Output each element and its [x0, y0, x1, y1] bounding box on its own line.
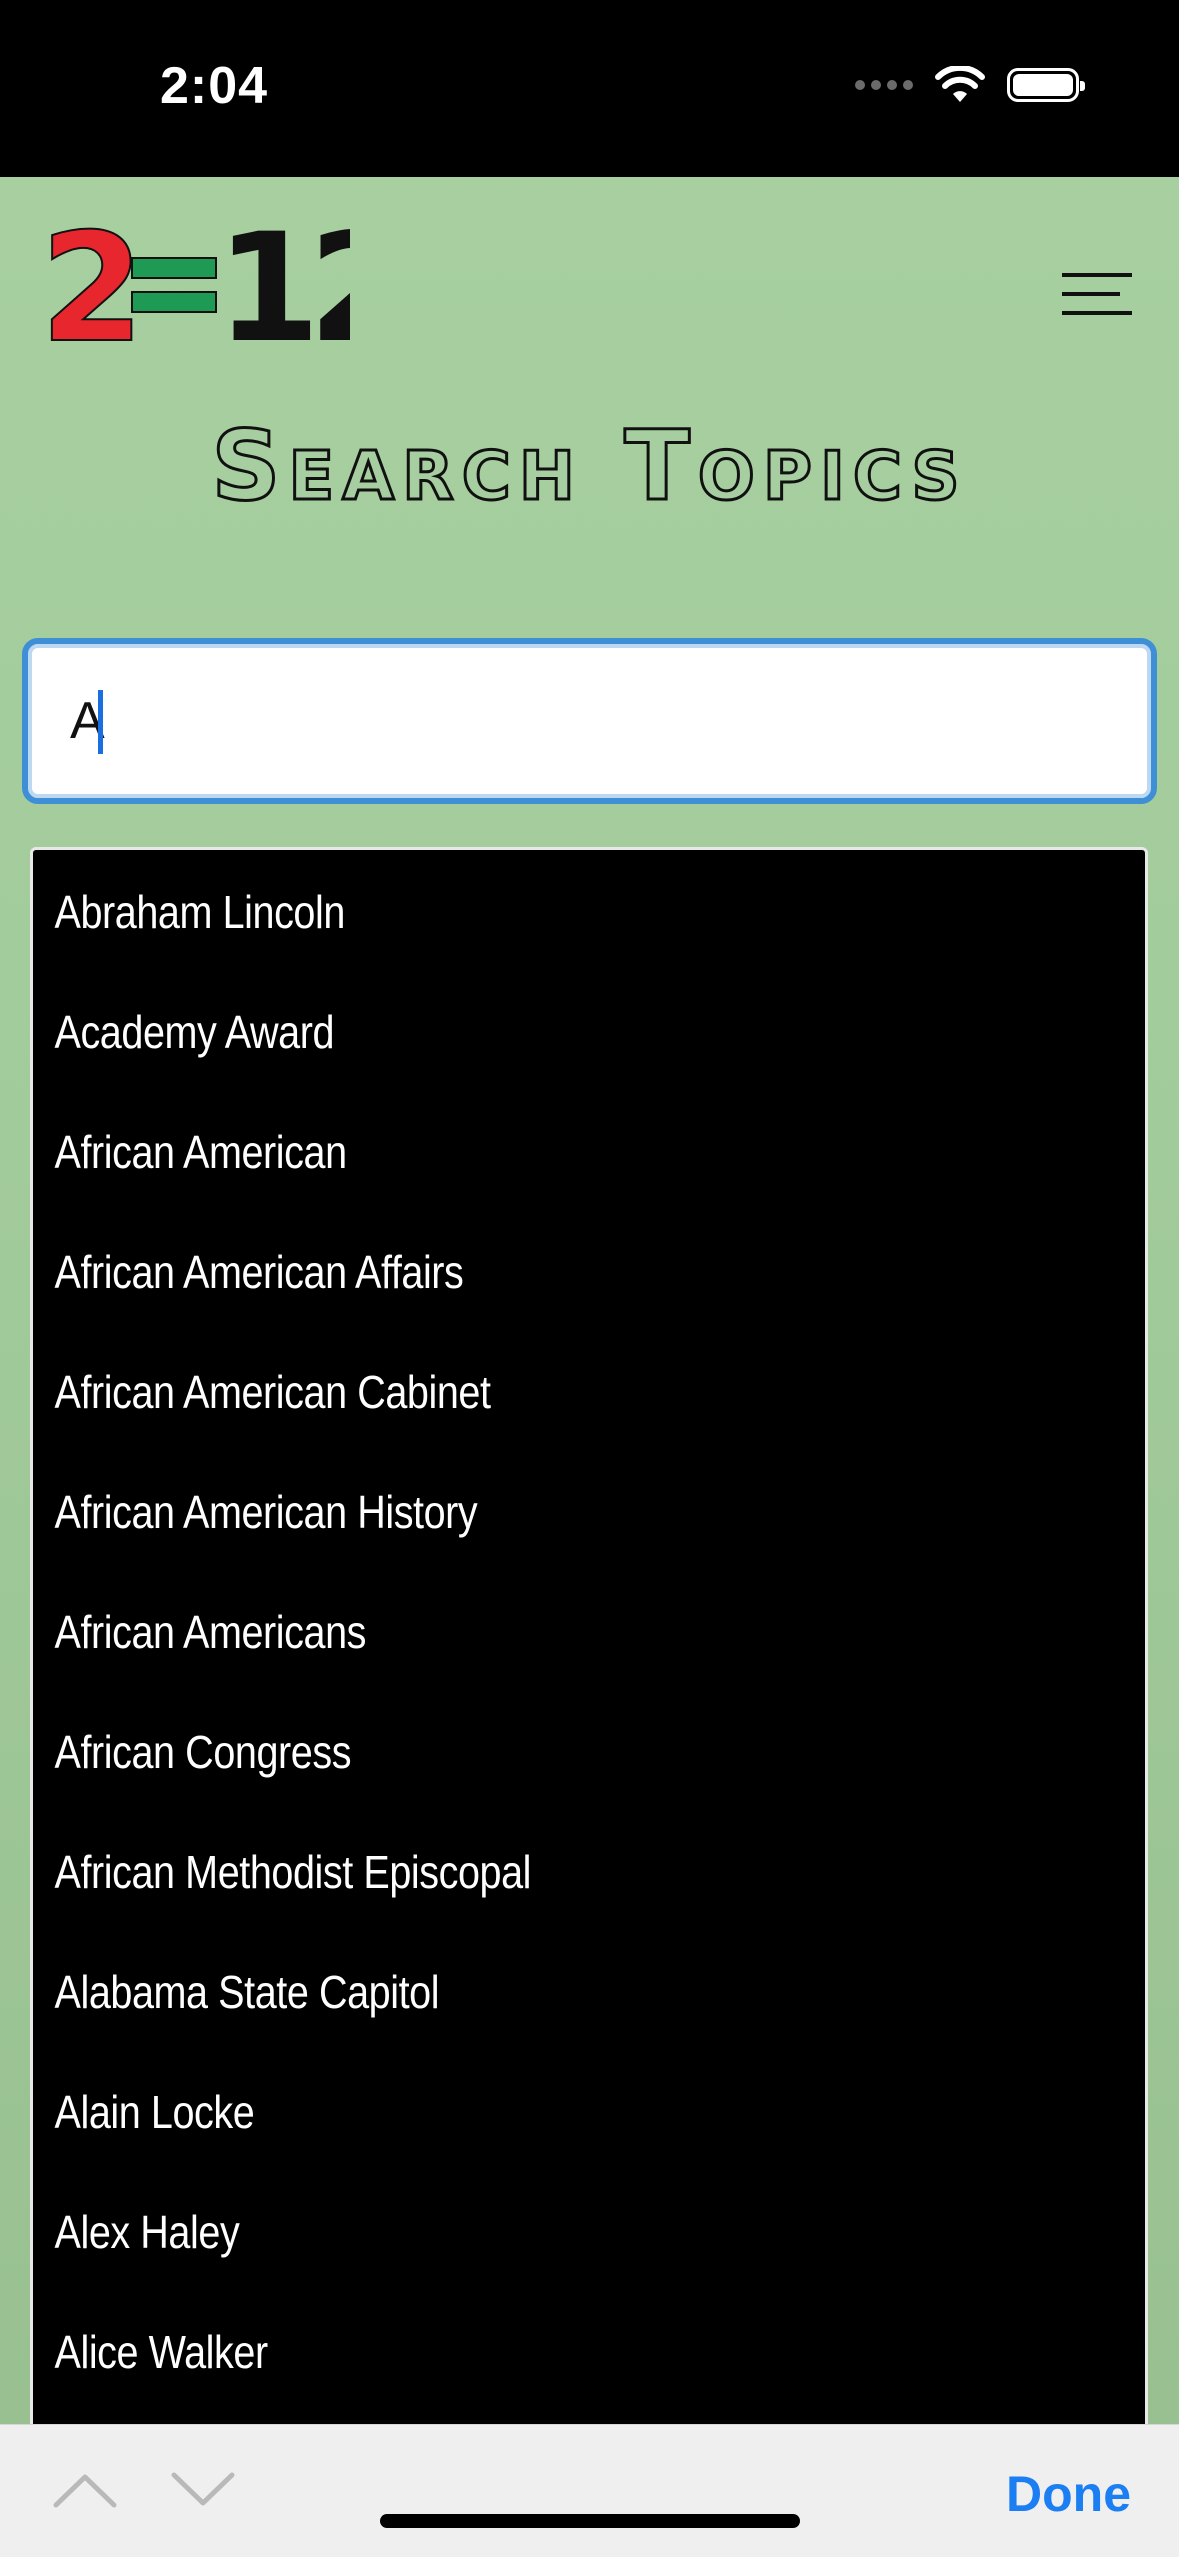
- svg-text:2: 2: [40, 218, 144, 348]
- hamburger-menu-icon[interactable]: [1054, 265, 1134, 325]
- list-item[interactable]: Abraham Lincoln: [33, 852, 989, 972]
- page-title: Search Topics: [0, 409, 1179, 524]
- status-icons: [855, 66, 1085, 104]
- page-title-text: Search Topics: [210, 409, 968, 524]
- list-item[interactable]: Alice Walker: [33, 2292, 989, 2412]
- list-item[interactable]: African Americans: [33, 1572, 989, 1692]
- home-indicator: [380, 2514, 800, 2528]
- list-item[interactable]: Alabama State Capitol: [33, 1932, 989, 2052]
- list-item[interactable]: Alain Locke: [33, 2052, 989, 2172]
- chevron-up-icon[interactable]: [52, 2469, 118, 2509]
- app-logo[interactable]: 2 12: [40, 218, 350, 348]
- search-results-list[interactable]: Abraham Lincoln Academy Award African Am…: [30, 847, 1148, 2556]
- wifi-icon: [935, 66, 985, 102]
- keyboard-accessory-bar: Done: [0, 2424, 1179, 2557]
- list-item[interactable]: African American Cabinet: [33, 1332, 989, 1452]
- list-item[interactable]: Academy Award: [33, 972, 989, 1092]
- list-item[interactable]: African American Affairs: [33, 1212, 989, 1332]
- search-input[interactable]: [28, 644, 1151, 798]
- cellular-signal-icon: [855, 80, 913, 90]
- svg-text:12: 12: [216, 218, 350, 348]
- chevron-down-icon[interactable]: [170, 2469, 236, 2509]
- list-item[interactable]: Alex Haley: [33, 2172, 989, 2292]
- text-caret: [98, 690, 103, 754]
- list-item[interactable]: African American: [33, 1092, 989, 1212]
- status-bar: 2:04: [0, 0, 1179, 177]
- list-item[interactable]: African Congress: [33, 1692, 989, 1812]
- status-time: 2:04: [160, 57, 269, 115]
- list-item[interactable]: African Methodist Episcopal: [33, 1812, 989, 1932]
- done-button[interactable]: Done: [1006, 2465, 1131, 2523]
- list-item[interactable]: African American History: [33, 1452, 989, 1572]
- search-field[interactable]: [22, 638, 1157, 804]
- battery-icon: [1007, 68, 1085, 102]
